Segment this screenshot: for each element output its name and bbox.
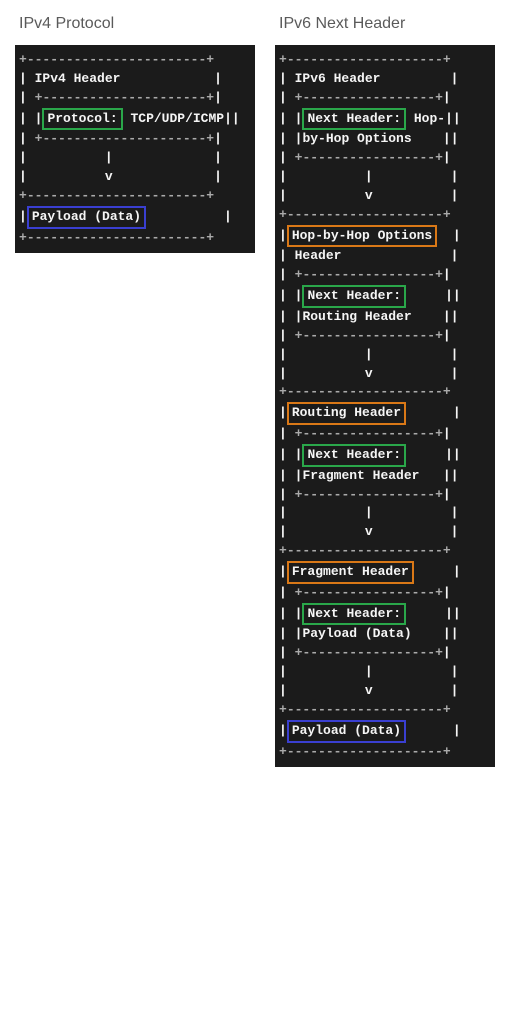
protocol-value: TCP/UDP/ICMP [130,111,224,126]
next-header-field: Next Header: [302,108,406,131]
ipv4-header-label: IPv4 Header [35,71,121,86]
ipv6-title: IPv6 Next Header [279,15,495,33]
protocol-field: Protocol: [42,108,122,131]
ipv6-payload: Payload (Data) [287,720,406,743]
ipv4-payload: Payload (Data) [27,206,146,229]
next-header-val-a: Hop- [414,111,445,126]
next-header-val-b: Fragment Header [302,468,419,483]
hop-by-hop-sub: Header [295,248,342,263]
ipv4-title: IPv4 Protocol [19,15,255,33]
ipv6-box: +--------------------+ | IPv6 Header | |… [275,45,495,767]
routing-header: Routing Header [287,402,406,425]
next-header-field: Next Header: [302,285,406,308]
ipv4-column: IPv4 Protocol +-----------------------+ … [15,15,255,253]
ipv6-header-label: IPv6 Header [295,71,381,86]
next-header-val-b: Payload (Data) [302,626,411,641]
next-header-val-b: Routing Header [302,309,411,324]
ipv4-box: +-----------------------+ | IPv4 Header … [15,45,255,253]
next-header-field: Next Header: [302,444,406,467]
fragment-header: Fragment Header [287,561,414,584]
next-header-val-b: by-Hop Options [302,131,411,146]
hop-by-hop-header: Hop-by-Hop Options [287,225,437,248]
next-header-field: Next Header: [302,603,406,626]
ipv6-column: IPv6 Next Header +--------------------+ … [275,15,495,767]
